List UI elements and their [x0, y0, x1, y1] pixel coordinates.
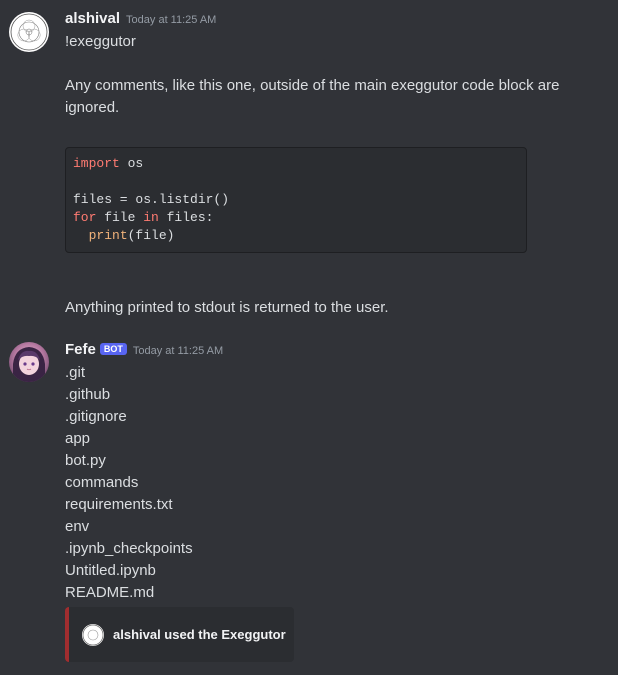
code-line: for file in files: — [73, 209, 519, 227]
code-text: os — [119, 156, 144, 171]
avatar[interactable] — [9, 12, 49, 52]
output-line: env — [65, 518, 90, 535]
code-block: import os files = os.listdir() for file … — [65, 147, 527, 253]
output-line: app — [65, 430, 91, 447]
code-line: print(file) — [73, 227, 519, 245]
timestamp[interactable]: Today at 11:25 AM — [126, 14, 216, 26]
footer-text: Anything printed to stdout is returned t… — [65, 299, 389, 316]
timestamp[interactable]: Today at 11:25 AM — [133, 345, 223, 357]
bot-badge: BOT — [99, 343, 127, 355]
comment-text: Any comments, like this one, outside of … — [65, 77, 560, 116]
command-text: !exeggutor — [65, 33, 136, 50]
code-keyword: import — [73, 156, 120, 171]
code-function: print — [88, 228, 128, 243]
code-keyword: in — [143, 210, 159, 225]
code-text: file — [96, 210, 144, 225]
code-line: import os — [73, 155, 519, 173]
user-avatar-icon — [82, 623, 104, 646]
code-keyword: for — [73, 210, 97, 225]
embed-text: alshival used the Exeggutor — [113, 627, 286, 642]
fefe-avatar-icon — [13, 347, 45, 382]
output-line: .git — [65, 364, 86, 381]
output-line: commands — [65, 474, 139, 491]
interaction-embed[interactable]: alshival used the Exeggutor — [65, 607, 294, 662]
message-header: Fefe BOT Today at 11:25 AM — [65, 341, 223, 358]
output-line: .gitignore — [65, 408, 127, 425]
output-line: Untitled.ipynb — [65, 562, 156, 579]
code-text: files: — [158, 210, 214, 225]
code-text: files = os.listdir() — [73, 192, 230, 207]
username[interactable]: Fefe — [65, 341, 96, 358]
code-text: (file) — [127, 228, 175, 243]
username[interactable]: alshival — [65, 10, 120, 27]
output-line: README.md — [65, 584, 155, 601]
alshival-avatar-icon — [10, 13, 48, 51]
output-line: .github — [65, 386, 111, 403]
code-line: files = os.listdir() — [73, 191, 519, 209]
avatar[interactable] — [9, 342, 49, 382]
message-header: alshival Today at 11:25 AM — [65, 10, 216, 27]
output-line: bot.py — [65, 452, 106, 469]
output-line: requirements.txt — [65, 496, 173, 513]
output-line: .ipynb_checkpoints — [65, 540, 193, 557]
